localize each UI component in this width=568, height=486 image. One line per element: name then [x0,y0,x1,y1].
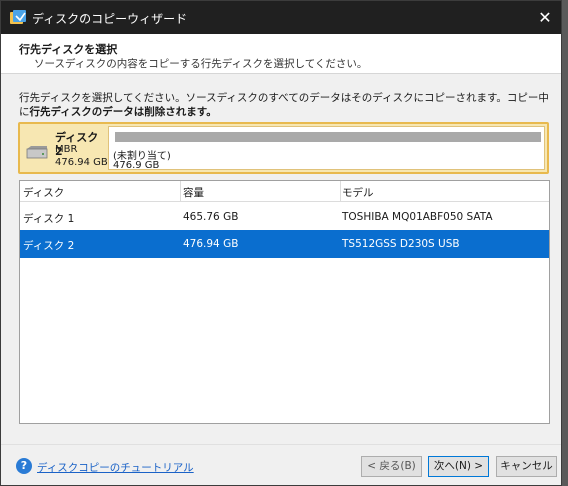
row-disk: ディスク 2 [23,240,75,252]
disk-info: ディスク 2 MBR 476.94 GB [20,124,108,172]
column-header-model[interactable]: モデル [342,185,374,200]
row-model: TOSHIBA MQ01ABF050 SATA [342,211,493,223]
partition-usage-bar [115,132,541,142]
wizard-app-icon [10,10,26,24]
cancel-button[interactable]: キャンセル [496,456,557,477]
column-header-capacity[interactable]: 容量 [183,185,204,200]
disk-drive-icon [26,146,48,159]
partition-block[interactable]: (未割り当て) 476.9 GB [108,126,545,171]
page-subtitle: ソースディスクの内容をコピーする行先ディスクを選択してください。 [34,58,368,70]
wizard-header: 行先ディスクを選択 ソースディスクの内容をコピーする行先ディスクを選択してくださ… [1,34,561,74]
table-row-selected[interactable]: ディスク 2 476.94 GB TS512GSS D230S USB [20,230,549,258]
column-divider[interactable] [180,181,181,202]
window-title: ディスクのコピーウィザード [32,12,188,26]
disk-map-partition-style: MBR [55,144,78,155]
partition-size: 476.9 GB [113,160,160,171]
footer-divider [1,444,561,445]
instruction-text: 行先ディスクを選択してください。ソースディスクのすべてのデータはそのディスクにコ… [19,91,549,119]
row-capacity: 476.94 GB [183,238,239,250]
page-title: 行先ディスクを選択 [19,43,118,56]
column-header-disk[interactable]: ディスク [23,185,64,200]
table-row[interactable]: ディスク 1 465.76 GB TOSHIBA MQ01ABF050 SATA [20,203,549,231]
back-button[interactable]: < 戻る(B) [361,456,422,477]
close-icon[interactable]: ✕ [529,1,561,34]
row-disk: ディスク 1 [23,213,75,225]
background-window-edge [562,0,568,486]
copy-disk-wizard-dialog: ディスクのコピーウィザード ✕ 行先ディスクを選択 ソースディスクの内容をコピー… [0,0,562,486]
title-bar: ディスクのコピーウィザード ✕ [1,1,561,34]
selected-disk-map[interactable]: ディスク 2 MBR 476.94 GB (未割り当て) 476.9 GB [18,122,549,174]
instruction-warning: 行先ディスクのデータは削除されます。 [29,106,217,118]
help-icon[interactable]: ? [16,458,32,474]
disk-map-size: 476.94 GB [55,157,108,168]
disk-list-table: ディスク 容量 モデル ディスク 1 465.76 GB TOSHIBA MQ0… [19,180,550,424]
row-model: TS512GSS D230S USB [342,238,460,250]
column-divider[interactable] [340,181,341,202]
row-capacity: 465.76 GB [183,211,239,223]
table-header: ディスク 容量 モデル [20,181,549,202]
next-button[interactable]: 次へ(N) > [428,456,489,477]
tutorial-link[interactable]: ディスクコピーのチュートリアル [37,460,194,475]
